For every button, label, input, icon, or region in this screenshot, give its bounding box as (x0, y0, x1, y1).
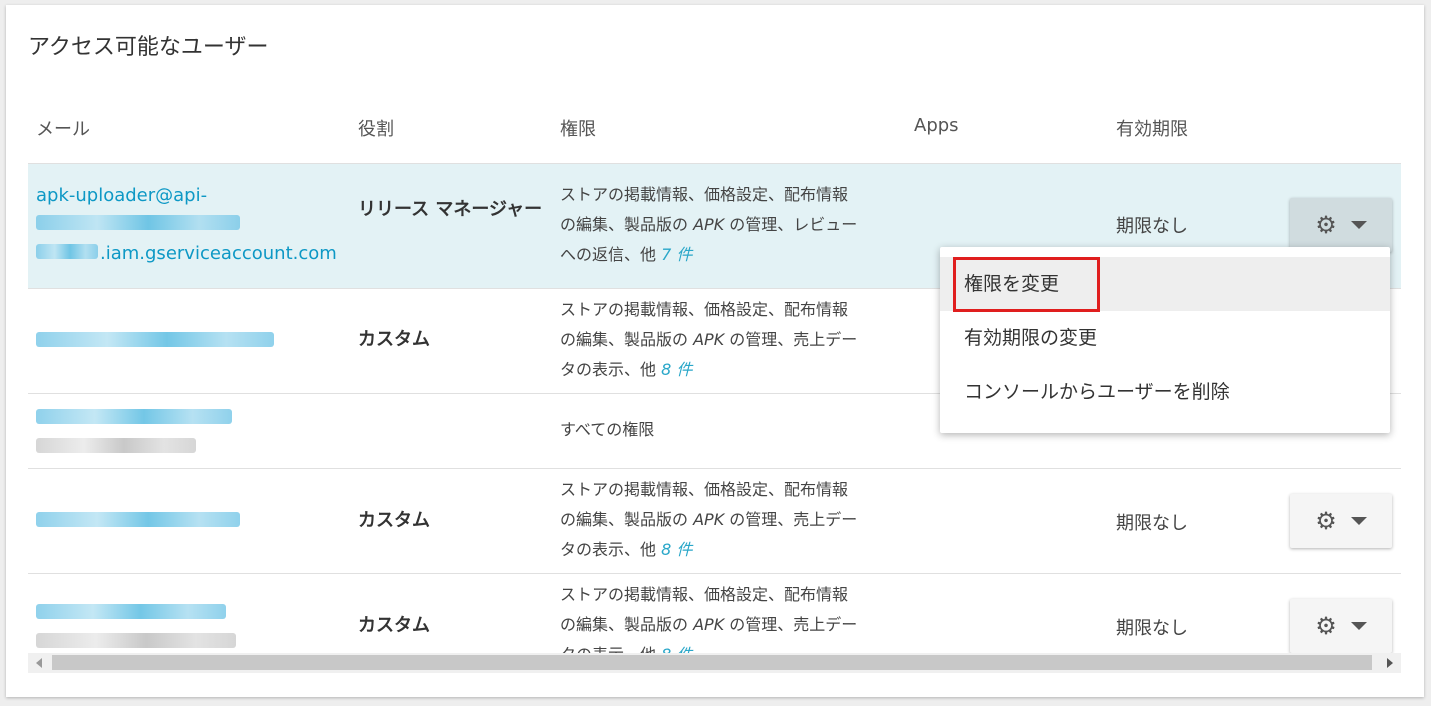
email-text-line[interactable]: apk-uploader@api- (36, 181, 337, 210)
permissions-cell: すべての権限 (560, 420, 655, 439)
column-expiry[interactable]: 有効期限 (1116, 115, 1188, 141)
column-role[interactable]: 役割 (358, 115, 394, 141)
column-apps[interactable]: Apps (914, 115, 959, 136)
email-blurred[interactable] (36, 507, 240, 536)
role-cell: リリース マネージャー (358, 199, 543, 220)
user-actions-button[interactable]: ⚙ (1290, 599, 1392, 653)
column-email[interactable]: メール (36, 115, 90, 141)
permissions-cell: ストアの掲載情報、価格設定、配布情報 の編集、製品版の APK の管理、売上デー… (560, 300, 858, 379)
permissions-cell: ストアの掲載情報、価格設定、配布情報 の編集、製品版の APK の管理、レビュー… (560, 185, 858, 264)
user-actions-button[interactable]: ⚙ (1290, 494, 1392, 548)
permissions-cell: ストアの掲載情報、価格設定、配布情報 の編集、製品版の APK の管理、売上デー… (560, 580, 900, 655)
horizontal-scrollbar[interactable] (28, 653, 1401, 673)
highlight-annotation (953, 257, 1100, 312)
caret-down-icon (1350, 622, 1367, 630)
gear-icon: ⚙ (1315, 507, 1337, 535)
scrollbar-thumb[interactable] (52, 655, 1372, 670)
email-blurred (36, 210, 337, 239)
role-cell: カスタム (358, 329, 430, 350)
more-permissions-link[interactable]: 7 件 (661, 245, 692, 264)
email-blurred[interactable] (36, 327, 274, 356)
table-row[interactable]: カスタム ストアの掲載情報、価格設定、配布情報 の編集、製品版の APK の管理… (28, 469, 1401, 574)
scroll-right-icon[interactable] (1387, 658, 1393, 668)
caret-down-icon (1350, 517, 1367, 525)
more-permissions-link[interactable]: 8 件 (661, 540, 692, 559)
expiry-cell: 期限なし (1116, 618, 1188, 639)
more-permissions-link[interactable]: 8 件 (661, 360, 692, 379)
expiry-cell: 期限なし (1116, 513, 1188, 534)
scroll-left-icon[interactable] (36, 658, 42, 668)
role-cell: カスタム (358, 615, 430, 636)
permissions-cell: ストアの掲載情報、価格設定、配布情報 の編集、製品版の APK の管理、売上デー… (560, 480, 858, 559)
table-row[interactable]: カスタム ストアの掲載情報、価格設定、配布情報 の編集、製品版の APK の管理… (28, 574, 1401, 655)
caret-down-icon (1350, 221, 1367, 229)
gear-icon: ⚙ (1315, 211, 1337, 239)
user-actions-button[interactable]: ⚙ (1290, 198, 1392, 252)
email-blurred[interactable] (36, 404, 232, 462)
menu-item-remove-user[interactable]: コンソールからユーザーを削除 (940, 365, 1390, 419)
email-cell[interactable]: apk-uploader@api- .iam.gserviceaccount.c… (36, 181, 337, 268)
table-header: メール 役割 権限 Apps 有効期限 (28, 105, 1401, 164)
menu-item-change-expiry[interactable]: 有効期限の変更 (940, 311, 1390, 365)
email-text-line[interactable]: .iam.gserviceaccount.com (36, 239, 337, 268)
expiry-cell: 期限なし (1116, 216, 1188, 237)
gear-icon: ⚙ (1315, 612, 1337, 640)
email-blurred[interactable] (36, 599, 236, 655)
role-cell: カスタム (358, 510, 430, 531)
column-permissions[interactable]: 権限 (560, 115, 596, 141)
page-title: アクセス可能なユーザー (28, 35, 269, 60)
